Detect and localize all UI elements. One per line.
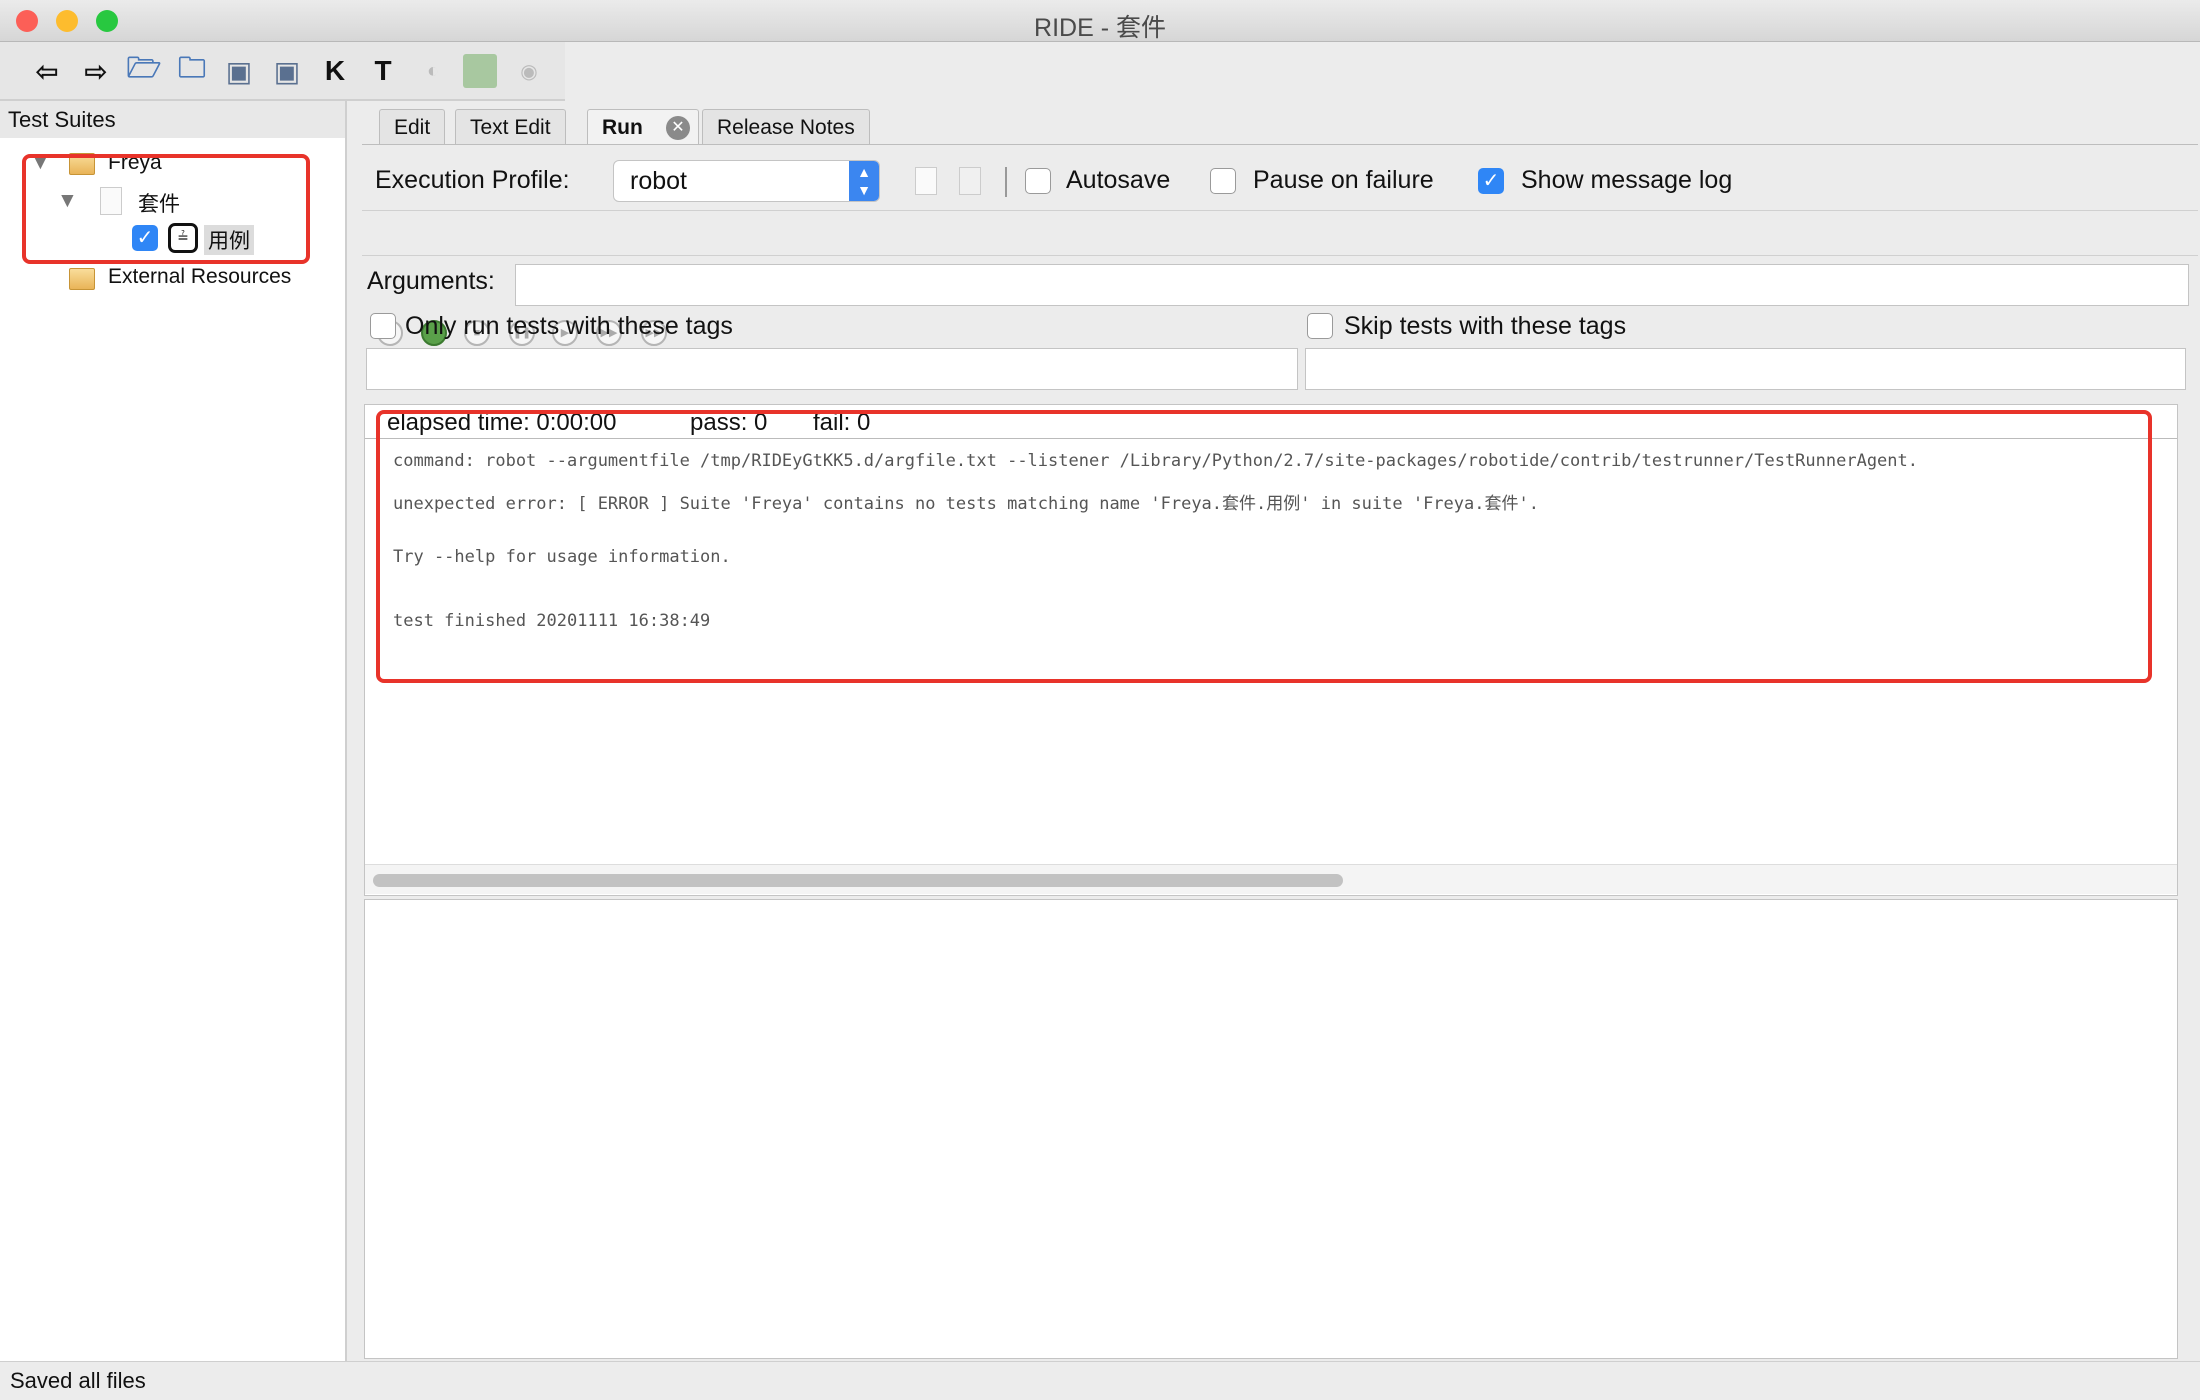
title-bar: RIDE - 套件 [0,0,2200,42]
divider [362,144,2198,145]
scrollbar-thumb[interactable] [373,874,1343,887]
horizontal-scrollbar[interactable] [365,864,2177,894]
status-bar: Saved all files [0,1361,2200,1400]
toolbar: ⇦ ⇨ 🗁 🗀 ▣ ▣ K T ◐ ◉ [0,42,565,101]
pause-on-failure-label: Pause on failure [1253,166,1434,194]
run-icon[interactable]: ◐ [416,54,450,88]
folder-icon [69,268,95,290]
autosave-checkbox[interactable] [1025,168,1051,194]
only-run-tags-checkbox[interactable] [370,313,396,339]
panel-header: Test Suites [0,101,345,138]
status-text: Saved all files [10,1368,146,1393]
only-run-tags-input[interactable] [366,348,1298,390]
execution-profile-select[interactable]: robot ▲ ▼ [613,160,880,202]
tab-release-notes[interactable]: Release Notes [702,109,870,144]
tab-edit[interactable]: Edit [379,109,446,144]
output-text-area[interactable] [364,899,2178,1359]
arguments-label: Arguments: [367,267,495,295]
forward-arrow-icon[interactable]: ⇨ [79,54,113,88]
arguments-input[interactable] [515,264,2189,306]
skip-tags-label: Skip tests with these tags [1344,312,1627,340]
tab-run[interactable]: Run ✕ [587,109,699,144]
execution-profile-label: Execution Profile: [375,166,570,194]
only-run-tags-label: Only run tests with these tags [405,312,733,340]
highlight-box [376,410,2152,683]
tab-text-edit[interactable]: Text Edit [455,109,566,144]
search-keywords-icon[interactable]: K [318,54,352,88]
pause-on-failure-checkbox[interactable] [1210,168,1236,194]
separator [1005,167,1007,197]
show-message-log-label: Show message log [1521,166,1733,194]
search-tests-icon[interactable]: T [366,54,400,88]
back-arrow-icon[interactable]: ⇦ [30,54,64,88]
tab-label: Run [602,116,643,139]
skip-tags-checkbox[interactable] [1307,313,1333,339]
open-suite-icon[interactable]: 🗁 [127,52,162,88]
close-tab-icon[interactable]: ✕ [666,116,690,140]
save-icon[interactable]: ▣ [222,54,256,88]
open-directory-icon[interactable]: 🗀 [175,52,209,88]
window-title: RIDE - 套件 [1034,14,1166,42]
autosave-label: Autosave [1066,166,1171,194]
editor-panel: Edit Text Edit Run ✕ Release Notes Execut… [362,101,2200,1361]
stop-icon[interactable]: ◉ [512,54,546,88]
tree-item-external-resources[interactable]: External Resources [108,265,291,289]
divider [362,210,2198,211]
new-profile-icon[interactable] [915,167,937,195]
chevron-updown-icon: ▲ ▼ [849,161,879,201]
skip-tags-input[interactable] [1305,348,2186,390]
highlight-box [22,154,310,264]
show-message-log-checkbox[interactable]: ✓ [1478,168,1504,194]
divider [362,255,2198,256]
debug-icon[interactable] [463,54,497,88]
save-all-icon[interactable]: ▣ [270,54,304,88]
select-value: robot [630,167,687,195]
edit-profile-icon[interactable] [959,167,981,195]
test-suites-panel: Test Suites ▼ Freya ▼ 套件 ✓ ≟ 用例 External… [0,101,347,1361]
